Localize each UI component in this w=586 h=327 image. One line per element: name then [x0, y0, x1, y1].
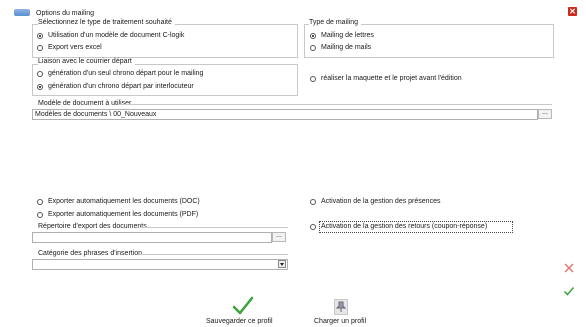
- mailing-lettres-radio[interactable]: [310, 33, 316, 39]
- close-button[interactable]: ✕: [568, 7, 577, 16]
- retours-label[interactable]: Activation de la gestion des retours (co…: [321, 223, 487, 230]
- categorie-select[interactable]: [32, 259, 288, 270]
- type-mailing-group: [304, 24, 554, 58]
- retours-radio[interactable]: [310, 224, 316, 230]
- export-doc-radio[interactable]: [37, 199, 43, 205]
- mailing-mails-label[interactable]: Mailing de mails: [321, 44, 371, 51]
- modele-browse-button[interactable]: ...: [538, 109, 552, 119]
- liaison-per-contact-label[interactable]: génération d'un chrono départ par interl…: [48, 83, 194, 90]
- title-bar: Options du mailing ✕: [0, 0, 586, 17]
- check-icon[interactable]: [563, 285, 575, 297]
- export-pdf-radio[interactable]: [37, 212, 43, 218]
- save-profile-label: Sauvegarder ce profil: [206, 318, 273, 325]
- load-profile-label: Charger un profil: [314, 318, 367, 325]
- repertoire-divider: [140, 227, 288, 228]
- load-profile-button[interactable]: Charger un profil: [310, 296, 380, 327]
- chevron-down-icon[interactable]: [278, 260, 286, 268]
- liaison-per-contact-radio[interactable]: [37, 84, 43, 90]
- liaison-group-title: Liaison avec le courrier départ: [38, 58, 135, 65]
- categorie-divider: [140, 254, 288, 255]
- type-mailing-group-title: Type de mailing: [309, 19, 362, 26]
- traitement-option-excel-radio[interactable]: [37, 45, 43, 51]
- liaison-single-chrono-radio[interactable]: [37, 71, 43, 77]
- maquette-label[interactable]: réaliser la maquette et le projet avant …: [321, 75, 462, 82]
- mailing-lettres-label[interactable]: Mailing de lettres: [321, 32, 374, 39]
- repertoire-input[interactable]: [32, 232, 272, 243]
- traitement-option-clogik-radio[interactable]: [37, 33, 43, 39]
- close-icon: ✕: [569, 7, 576, 16]
- repertoire-title: Répertoire d'export des documents: [38, 223, 147, 230]
- maquette-radio[interactable]: [310, 76, 316, 82]
- checkmark-icon: [232, 296, 254, 316]
- mailing-mails-radio[interactable]: [310, 45, 316, 51]
- repertoire-browse-button[interactable]: ...: [272, 232, 286, 242]
- presences-radio[interactable]: [310, 199, 316, 205]
- modele-divider: [118, 104, 552, 105]
- save-profile-button[interactable]: Sauvegarder ce profil: [200, 296, 286, 327]
- window-icon: [14, 9, 30, 16]
- traitement-option-clogik-label[interactable]: Utilisation d'un modèle de document C-lo…: [48, 32, 184, 39]
- traitement-group: [32, 24, 298, 58]
- categorie-title: Catégorie des phrases d'insertion: [38, 250, 143, 257]
- pin-icon: [334, 299, 348, 315]
- modele-path-input[interactable]: Modèles de documents \ 00_Nouveaux: [32, 109, 538, 120]
- presences-label[interactable]: Activation de la gestion des présences: [321, 198, 440, 205]
- liaison-single-chrono-label[interactable]: génération d'un seul chrono départ pour …: [48, 70, 203, 77]
- liaison-group: [32, 64, 298, 96]
- traitement-group-title: Sélectionnez le type de traitement souha…: [38, 19, 175, 26]
- x-icon[interactable]: [563, 262, 575, 274]
- export-pdf-label[interactable]: Exporter automatiquement les documents (…: [48, 211, 198, 218]
- window-title: Options du mailing: [36, 10, 94, 17]
- export-doc-label[interactable]: Exporter automatiquement les documents (…: [48, 198, 200, 205]
- traitement-option-excel-label[interactable]: Export vers excel: [48, 44, 102, 51]
